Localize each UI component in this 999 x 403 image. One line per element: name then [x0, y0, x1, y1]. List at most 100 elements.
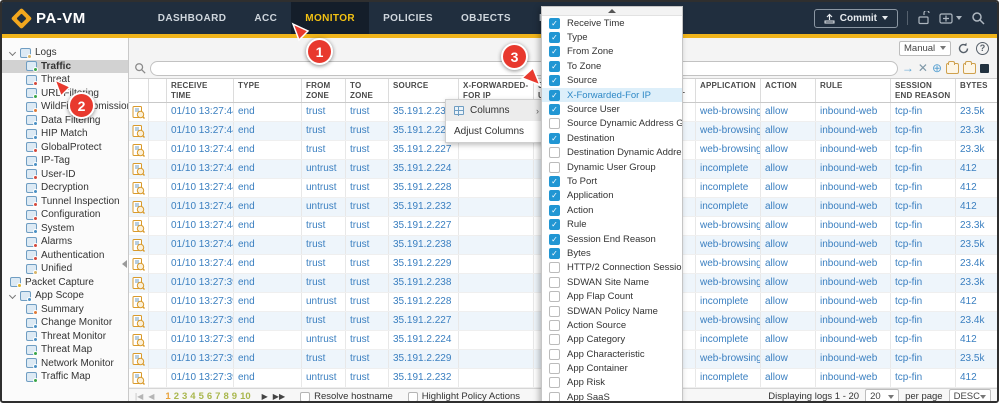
first-page-icon[interactable]: |◀ — [135, 392, 143, 401]
log-detail-cell[interactable] — [129, 103, 149, 121]
unchecked-checkbox-icon[interactable] — [549, 348, 560, 360]
picker-item-receive-time[interactable]: ✓ Receive Time — [542, 16, 682, 30]
sidebar-item-tunnel-inspection[interactable]: Tunnel Inspection — [2, 195, 128, 209]
cell-type[interactable]: end — [234, 331, 302, 349]
cell-app[interactable]: web-browsing — [696, 312, 761, 330]
checked-checkbox-icon[interactable]: ✓ — [549, 219, 560, 231]
cell-to[interactable]: trust — [346, 160, 389, 178]
cell-source[interactable]: 35.191.2.229 — [389, 350, 459, 368]
unchecked-checkbox-icon[interactable] — [549, 334, 560, 346]
cell-rule[interactable]: inbound-web — [816, 198, 891, 216]
cell-bytes[interactable]: 23.3k — [956, 141, 997, 159]
picker-item-app-category[interactable]: App Category — [542, 333, 682, 347]
sidebar-item-network-monitor[interactable]: Network Monitor — [2, 357, 128, 371]
cell-action[interactable]: allow — [761, 141, 816, 159]
log-detail-cell[interactable] — [129, 236, 149, 254]
cell-from[interactable]: trust — [302, 103, 346, 121]
cell-action[interactable]: allow — [761, 369, 816, 387]
checked-checkbox-icon[interactable]: ✓ — [549, 46, 560, 58]
cell-reason[interactable]: tcp-fin — [891, 141, 956, 159]
refresh-icon[interactable] — [957, 42, 970, 55]
cell-rule[interactable]: inbound-web — [816, 350, 891, 368]
picker-item-app-characteristic[interactable]: App Characteristic — [542, 347, 682, 361]
unchecked-checkbox-icon[interactable] — [549, 391, 560, 401]
log-detail-cell[interactable] — [129, 312, 149, 330]
cell-source[interactable]: 35.191.2.228 — [389, 179, 459, 197]
cell-time[interactable]: 01/10 13:27:39 — [167, 369, 234, 387]
cell-bytes[interactable]: 412 — [956, 293, 997, 311]
prev-page-icon[interactable]: ◀ — [148, 392, 154, 401]
cell-rule[interactable]: inbound-web — [816, 369, 891, 387]
cell-from[interactable]: untrust — [302, 160, 346, 178]
cell-from[interactable]: trust — [302, 312, 346, 330]
cell-to[interactable]: trust — [346, 312, 389, 330]
cell-to[interactable]: trust — [346, 217, 389, 235]
cell-bytes[interactable]: 23.4k — [956, 312, 997, 330]
export-logs-icon[interactable] — [980, 63, 989, 73]
cell-from[interactable]: trust — [302, 217, 346, 235]
checked-checkbox-icon[interactable]: ✓ — [549, 104, 560, 116]
sidebar-item-traffic-map[interactable]: Traffic Map — [2, 370, 128, 384]
cell-to[interactable]: trust — [346, 255, 389, 273]
column-header-to[interactable]: TO ZONE — [346, 79, 389, 102]
cell-action[interactable]: allow — [761, 293, 816, 311]
picker-item-sdwan-policy-name[interactable]: SDWAN Policy Name — [542, 304, 682, 318]
expand-chevron-icon[interactable] — [8, 292, 17, 300]
sidebar-item-packet-capture[interactable]: Packet Capture — [2, 276, 128, 290]
column-header-action[interactable]: ACTION — [761, 79, 816, 102]
cell-bytes[interactable]: 23.5k — [956, 236, 997, 254]
picker-item-app-risk[interactable]: App Risk — [542, 376, 682, 390]
tab-policies[interactable]: POLICIES — [369, 2, 447, 34]
cell-type[interactable]: end — [234, 179, 302, 197]
cell-app[interactable]: incomplete — [696, 369, 761, 387]
cell-source[interactable]: 35.191.2.228 — [389, 293, 459, 311]
cell-time[interactable]: 01/10 13:27:44 — [167, 103, 234, 121]
picker-item-session-end-reason[interactable]: ✓ Session End Reason — [542, 232, 682, 246]
cell-xff[interactable] — [459, 198, 534, 216]
cell-app[interactable]: web-browsing — [696, 141, 761, 159]
cell-from[interactable]: untrust — [302, 293, 346, 311]
cell-rule[interactable]: inbound-web — [816, 122, 891, 140]
cell-bytes[interactable]: 412 — [956, 160, 997, 178]
cell-reason[interactable]: tcp-fin — [891, 331, 956, 349]
page-number-9[interactable]: 9 — [232, 391, 237, 401]
cell-xff[interactable] — [459, 179, 534, 197]
cell-reason[interactable]: tcp-fin — [891, 236, 956, 254]
sidebar-item-system[interactable]: System — [2, 222, 128, 236]
picker-item-action[interactable]: ✓ Action — [542, 203, 682, 217]
cell-action[interactable]: allow — [761, 198, 816, 216]
column-header-from[interactable]: FROM ZONE — [302, 79, 346, 102]
picker-item-action-source[interactable]: Action Source — [542, 318, 682, 332]
cell-time[interactable]: 01/10 13:27:39 — [167, 350, 234, 368]
next-page-icon[interactable]: ▶ — [262, 392, 268, 401]
cell-xff[interactable] — [459, 312, 534, 330]
checked-checkbox-icon[interactable]: ✓ — [549, 175, 560, 187]
log-detail-cell[interactable] — [129, 179, 149, 197]
cell-time[interactable]: 01/10 13:27:44 — [167, 160, 234, 178]
page-number-5[interactable]: 5 — [199, 391, 204, 401]
cell-app[interactable]: web-browsing — [696, 350, 761, 368]
cell-xff[interactable] — [459, 255, 534, 273]
context-menu-item-adjust-columns[interactable]: Adjust Columns — [446, 121, 547, 142]
cell-reason[interactable]: tcp-fin — [891, 369, 956, 387]
column-header-reason[interactable]: SESSION END REASON — [891, 79, 956, 102]
cell-time[interactable]: 01/10 13:27:39 — [167, 274, 234, 292]
cell-reason[interactable]: tcp-fin — [891, 255, 956, 273]
cell-reason[interactable]: tcp-fin — [891, 179, 956, 197]
apply-filter-icon[interactable]: → — [902, 62, 914, 74]
page-number-1[interactable]: 1 — [165, 391, 170, 401]
cell-from[interactable]: trust — [302, 274, 346, 292]
unchecked-checkbox-icon[interactable] — [549, 319, 560, 331]
cell-app[interactable]: web-browsing — [696, 103, 761, 121]
resolve-hostname-checkbox[interactable]: Resolve hostname — [300, 391, 393, 401]
cell-app[interactable]: incomplete — [696, 179, 761, 197]
cell-source[interactable]: 35.191.2.227 — [389, 141, 459, 159]
highlight-policy-actions-checkbox[interactable]: Highlight Policy Actions — [407, 391, 520, 401]
picker-item-type[interactable]: ✓ Type — [542, 30, 682, 44]
cell-app[interactable]: web-browsing — [696, 236, 761, 254]
cell-from[interactable]: trust — [302, 255, 346, 273]
checked-checkbox-icon[interactable]: ✓ — [549, 32, 560, 44]
cell-xff[interactable] — [459, 274, 534, 292]
log-detail-cell[interactable] — [129, 255, 149, 273]
cell-to[interactable]: trust — [346, 331, 389, 349]
